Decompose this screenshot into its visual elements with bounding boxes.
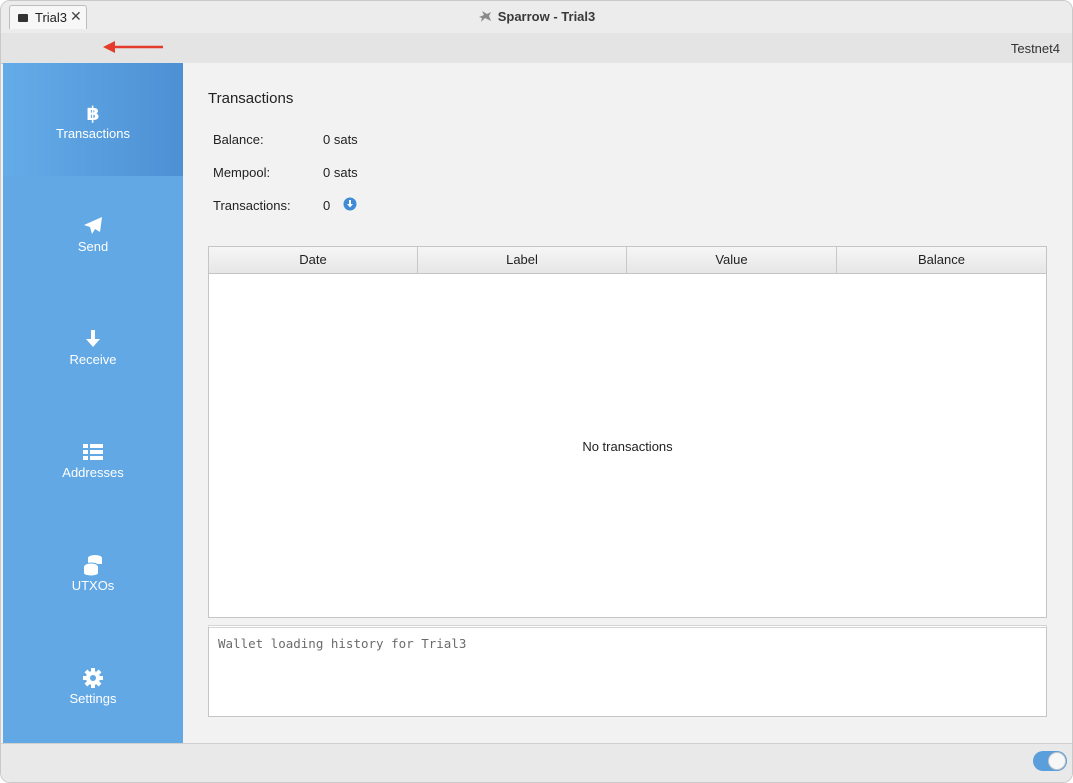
column-header-date[interactable]: Date <box>209 247 418 273</box>
sidebar-item-label: Receive <box>69 352 117 367</box>
sidebar-item-label: Send <box>77 239 109 254</box>
history-log-area[interactable]: Wallet loading history for Trial3 <box>208 625 1047 717</box>
tab-trial3[interactable]: Trial3 ✕ <box>9 5 87 29</box>
paper-plane-icon <box>84 217 102 234</box>
table-header: Date Label Value Balance <box>209 247 1046 274</box>
list-icon <box>83 444 103 460</box>
app-window: Sparrow - Trial3 Trial3 ✕ Testnet4 ฿ Tra… <box>0 0 1073 783</box>
transactions-table: Date Label Value Balance No transactions <box>208 246 1047 618</box>
sidebar-item-label: Transactions <box>56 126 130 141</box>
tab-close-icon[interactable]: ✕ <box>70 8 82 25</box>
empty-table-message: No transactions <box>582 439 673 454</box>
mempool-value: 0 sats <box>323 165 358 180</box>
gear-icon <box>83 668 103 688</box>
window-title-container: Sparrow - Trial3 <box>1 9 1072 26</box>
page-title: Transactions <box>208 90 294 107</box>
sidebar-item-utxos[interactable]: UTXOs <box>3 515 183 628</box>
transactions-count-label: Transactions: <box>213 198 291 213</box>
window-title: Sparrow - Trial3 <box>497 9 596 24</box>
title-bar: Sparrow - Trial3 <box>1 1 1072 34</box>
sidebar-item-receive[interactable]: Receive <box>3 289 183 402</box>
column-header-balance[interactable]: Balance <box>837 247 1046 273</box>
bitcoin-icon: ฿ <box>86 103 99 125</box>
annotation-arrow-icon <box>103 41 163 53</box>
tab-label: Trial3 <box>35 10 68 25</box>
column-header-value[interactable]: Value <box>627 247 837 273</box>
status-bar <box>1 743 1072 782</box>
sidebar-item-transactions[interactable]: ฿ Transactions <box>3 63 183 176</box>
mempool-label: Mempool: <box>213 165 271 180</box>
sparrow-logo-icon <box>478 10 492 26</box>
sidebar: ฿ Transactions Send Receive Addresses UT… <box>3 63 183 743</box>
toggle-knob <box>1048 752 1066 770</box>
download-export-icon[interactable] <box>343 197 357 211</box>
arrow-down-icon <box>86 330 100 347</box>
sidebar-item-settings[interactable]: Settings <box>3 628 183 741</box>
balance-label: Balance: <box>213 132 264 147</box>
sidebar-item-addresses[interactable]: Addresses <box>3 402 183 515</box>
coins-icon <box>83 555 102 576</box>
server-connection-toggle[interactable] <box>1033 751 1067 771</box>
sidebar-item-send[interactable]: Send <box>3 176 183 289</box>
main-panel: Transactions Balance: 0 sats Mempool: 0 … <box>183 63 1072 743</box>
log-text: Wallet loading history for Trial3 <box>218 636 467 651</box>
sidebar-item-label: Settings <box>69 691 117 706</box>
column-header-label[interactable]: Label <box>418 247 627 273</box>
transactions-count-value: 0 <box>323 198 331 213</box>
sidebar-item-label: Addresses <box>62 465 124 480</box>
network-label: Testnet4 <box>1010 41 1060 56</box>
balance-value: 0 sats <box>323 132 358 147</box>
svg-text:฿: ฿ <box>86 103 99 125</box>
sidebar-item-label: UTXOs <box>71 578 115 593</box>
wallet-icon <box>18 14 28 22</box>
